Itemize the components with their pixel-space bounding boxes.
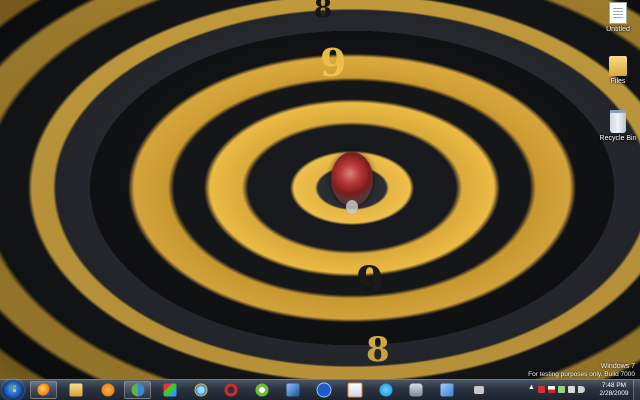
camera-icon bbox=[409, 383, 422, 397]
utorrent-icon bbox=[255, 383, 268, 397]
text-document-icon bbox=[609, 2, 627, 24]
taskbar-button-camera[interactable] bbox=[402, 381, 429, 399]
desktop-icon-recycle-bin[interactable]: Recycle Bin bbox=[596, 110, 640, 142]
windows-live-messenger-icon bbox=[131, 383, 144, 397]
action-center-flag-icon[interactable] bbox=[548, 386, 555, 393]
taskbar: ▲ 7:48 PM 2/28/2009 bbox=[0, 379, 640, 400]
taskbar-clock[interactable]: 7:48 PM 2/28/2009 bbox=[594, 382, 634, 398]
photoshop-icon bbox=[286, 383, 299, 397]
watermark-os-name: Windows 7 bbox=[600, 363, 635, 370]
desktop-icon-label: Files bbox=[610, 78, 626, 85]
paint-dot-net-icon bbox=[440, 383, 453, 397]
taskbar-button-messenger[interactable] bbox=[124, 381, 151, 399]
volume-icon[interactable] bbox=[578, 386, 585, 393]
media-player-icon bbox=[101, 383, 114, 397]
start-button[interactable] bbox=[2, 380, 24, 400]
show-hidden-icons-arrow-icon[interactable]: ▲ bbox=[528, 384, 535, 391]
desktop-icon-untitled[interactable]: Untitled bbox=[596, 2, 640, 33]
wallpaper-bullseye-hole bbox=[346, 200, 358, 214]
battery-meter-icon bbox=[473, 386, 484, 394]
taskbar-button-firefox[interactable] bbox=[30, 381, 57, 399]
desktop-icon-label: Recycle Bin bbox=[599, 135, 637, 142]
wallpaper-ring-number: 8 bbox=[314, 0, 333, 24]
desktop-icon-label: Untitled bbox=[606, 26, 630, 33]
windows-explorer-icon bbox=[69, 383, 82, 397]
wallpaper-bullseye bbox=[331, 152, 373, 206]
paint-icon bbox=[163, 383, 176, 397]
firefox-icon bbox=[37, 383, 50, 397]
taskbar-button-wordpad[interactable] bbox=[341, 381, 368, 399]
power-icon[interactable] bbox=[558, 386, 565, 393]
taskbar-button-explorer[interactable] bbox=[62, 381, 89, 399]
clock-time: 7:48 PM bbox=[601, 382, 627, 389]
taskbar-button-bluetooth[interactable] bbox=[310, 381, 337, 399]
folder-icon bbox=[609, 56, 627, 76]
taskbar-button-battery-meter[interactable] bbox=[465, 381, 492, 399]
desktop-icon-files[interactable]: Files bbox=[596, 56, 640, 85]
antivirus-icon[interactable] bbox=[538, 386, 545, 393]
taskbar-button-utorrent[interactable] bbox=[248, 381, 275, 399]
wallpaper-ring-number: 8 bbox=[366, 330, 390, 370]
watermark-build-text: For testing purposes only. Build 7000 bbox=[528, 371, 635, 378]
taskbar-button-photoshop[interactable] bbox=[279, 381, 306, 399]
bluetooth-icon bbox=[316, 382, 331, 398]
network-icon[interactable] bbox=[568, 386, 575, 393]
show-desktop-button[interactable] bbox=[633, 380, 640, 400]
opera-icon bbox=[224, 383, 237, 397]
internet-explorer-icon bbox=[194, 383, 207, 397]
windows-logo-icon bbox=[9, 385, 17, 393]
clock-date: 2/28/2009 bbox=[599, 390, 629, 397]
taskbar-button-paint[interactable] bbox=[156, 381, 183, 399]
taskbar-button-media-player[interactable] bbox=[94, 381, 121, 399]
wordpad-icon bbox=[347, 382, 362, 398]
desktop-wallpaper: 8 9 9 8 bbox=[0, 0, 640, 400]
skype-icon bbox=[379, 383, 392, 397]
recycle-bin-icon bbox=[610, 110, 626, 133]
taskbar-button-opera[interactable] bbox=[217, 381, 244, 399]
wallpaper-ring-number: 9 bbox=[320, 40, 347, 85]
taskbar-button-skype[interactable] bbox=[372, 381, 399, 399]
taskbar-button-ie[interactable] bbox=[187, 381, 214, 399]
taskbar-button-paint-dot-net[interactable] bbox=[433, 381, 460, 399]
build-watermark: Windows 7 For testing purposes only. Bui… bbox=[528, 363, 635, 379]
wallpaper-ring-number: 9 bbox=[356, 258, 384, 305]
